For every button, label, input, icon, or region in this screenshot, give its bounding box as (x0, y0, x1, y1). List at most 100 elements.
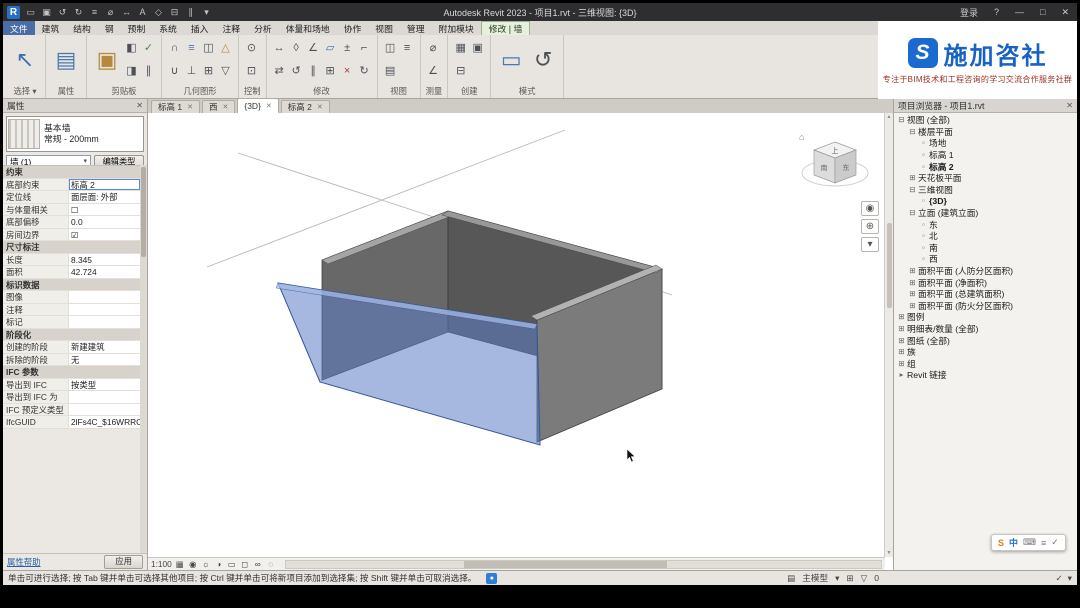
help-icon[interactable]: ? (986, 3, 1007, 21)
vertical-scrollbar[interactable]: ▲ ▼ (884, 113, 893, 557)
join-geometry-icon[interactable]: ≡ (184, 37, 199, 60)
ribbon-tab[interactable]: 修改 | 墙 (481, 21, 531, 35)
create-similar-icon[interactable]: ⊟ (453, 60, 468, 83)
pin-icon[interactable]: ⌐ (357, 37, 372, 60)
ribbon-tab[interactable]: 协作 (337, 21, 369, 35)
ribbon-tab[interactable]: 系统 (152, 21, 184, 35)
revit-logo[interactable]: R (7, 6, 20, 19)
temporary-hide-isolate-icon[interactable]: ∞ (253, 559, 263, 569)
browser-item[interactable]: ⊟ 立面 (建筑立面) (894, 207, 1077, 219)
status-more-icon[interactable]: ▾ (1068, 573, 1072, 584)
browser-item[interactable]: ▫ 南 (894, 242, 1077, 254)
thin-lines-icon[interactable]: ∥ (184, 7, 197, 18)
ribbon-tab[interactable]: 钢 (98, 21, 121, 35)
property-value[interactable]: 2lFs4C_$16WRRC… (69, 416, 140, 428)
close-icon[interactable]: ✕ (136, 101, 143, 110)
aligned-dimension-icon[interactable]: ↔ (120, 7, 133, 17)
properties-scrollbar[interactable] (140, 165, 147, 553)
properties-icon[interactable]: ▤ (51, 37, 81, 83)
tree-expander-icon[interactable]: ▫ (919, 220, 928, 229)
cope-icon[interactable]: ∩ (167, 37, 182, 60)
scrollbar-thumb[interactable] (887, 223, 892, 308)
tree-expander-icon[interactable]: ▫ (919, 231, 928, 240)
browser-item[interactable]: ⊞ 图例 (894, 311, 1077, 323)
tree-expander-icon[interactable]: ⊞ (908, 266, 917, 275)
tree-expander-icon[interactable]: ▫ (919, 138, 928, 147)
paint-icon[interactable]: △ (218, 37, 233, 60)
tree-expander-icon[interactable]: ⊞ (897, 336, 906, 345)
type-selector[interactable]: 基本墙 常规 - 200mm (6, 116, 144, 152)
ribbon-group-label[interactable]: 选择 ▾ (10, 85, 40, 98)
ribbon-group-label[interactable]: 剪贴板 (92, 85, 156, 98)
tree-expander-icon[interactable]: ⊟ (908, 208, 917, 217)
qat-customize-icon[interactable]: ▾ (200, 7, 213, 18)
activate-controls-icon[interactable]: ⊙ (244, 37, 259, 60)
ribbon-group-label[interactable]: 修改 (272, 85, 372, 98)
redo-icon[interactable]: ↻ (72, 7, 85, 18)
property-value[interactable] (69, 404, 140, 416)
property-value[interactable] (69, 304, 140, 316)
browser-item[interactable]: ⊟ 视图 (全部) (894, 114, 1077, 126)
browser-item[interactable]: ⊞ 面积平面 (人防分区面积) (894, 265, 1077, 277)
tree-expander-icon[interactable]: ▫ (919, 254, 928, 263)
property-value[interactable]: ☐ (69, 204, 140, 216)
3d-scene[interactable]: 上 南 东 ⌂ (148, 113, 893, 557)
offset-icon[interactable]: ⇄ (272, 60, 287, 83)
array-icon[interactable]: ⊞ (323, 60, 338, 83)
viewcube-left-label[interactable]: 南 (821, 163, 828, 172)
cut-geometry-icon[interactable]: ∪ (167, 60, 182, 83)
properties-help-link[interactable]: 属性帮助 (7, 556, 41, 568)
selection-count[interactable]: 0 (874, 573, 879, 583)
editable-only-toggle[interactable]: ⊞ (846, 573, 853, 584)
copy-icon[interactable]: ◨ (124, 60, 139, 83)
ribbon-tab[interactable]: 分析 (247, 21, 279, 35)
property-value[interactable] (69, 391, 140, 403)
browser-item[interactable]: ▫ 标高 1 (894, 149, 1077, 161)
property-value[interactable]: 面层面: 外部 (69, 191, 140, 203)
disjoin-icon[interactable]: ⊡ (244, 60, 259, 83)
home-icon[interactable]: ⌂ (799, 132, 804, 142)
ribbon-group-label[interactable]: 视图 (383, 85, 415, 98)
scale-icon[interactable]: ± (340, 37, 355, 60)
view-tab[interactable]: 标高 2 ✕ (281, 100, 330, 113)
reset-profile-icon[interactable]: ↺ (528, 37, 558, 83)
reveal-hidden-icon[interactable]: ◌ (266, 559, 276, 569)
ime-language-icon[interactable]: 中 (1009, 536, 1018, 549)
detail-level-icon[interactable]: ▦ (175, 559, 185, 569)
sun-path-icon[interactable]: ☼ (201, 559, 211, 569)
scale-control[interactable]: 1:100 (151, 559, 172, 569)
move-icon[interactable]: ▱ (323, 37, 338, 60)
ime-keyboard-icon[interactable]: ⌨ (1023, 537, 1036, 548)
browser-item[interactable]: ⊞ 天花板平面 (894, 172, 1077, 184)
match-properties-icon[interactable]: ∥ (141, 60, 156, 83)
ribbon-tab[interactable]: 文件 (3, 21, 35, 35)
ime-menu-icon[interactable]: ≡ (1041, 538, 1046, 548)
visual-style-icon[interactable]: ◉ (188, 559, 198, 569)
horizontal-scrollbar[interactable] (285, 560, 882, 569)
zoom-icon[interactable]: ⊕ (861, 219, 879, 234)
background-processes-icon[interactable]: ✓ (1055, 573, 1062, 584)
minimize-button[interactable]: — (1007, 3, 1032, 21)
ime-logo-icon[interactable]: S (998, 538, 1004, 548)
mirror-icon[interactable]: ◊ (289, 37, 304, 60)
delete-icon[interactable]: × (340, 60, 355, 83)
tree-expander-icon[interactable]: ⊞ (897, 312, 906, 321)
tree-expander-icon[interactable]: ▫ (919, 243, 928, 252)
linework-icon[interactable]: ≡ (400, 37, 415, 60)
split-face-icon[interactable]: ⊞ (201, 60, 216, 83)
text-note-icon[interactable]: A (136, 7, 149, 17)
tree-expander-icon[interactable]: ⊟ (908, 127, 917, 136)
view-tab[interactable]: 标高 1 ✕ (151, 100, 200, 113)
scrollbar-thumb[interactable] (141, 167, 146, 257)
property-value[interactable]: 标高 2 (69, 179, 140, 191)
tree-expander-icon[interactable]: ⊞ (908, 173, 917, 182)
section-icon[interactable]: ⊟ (168, 7, 181, 18)
viewcube-top-label[interactable]: 上 (832, 146, 839, 155)
demolish-icon[interactable]: ▽ (218, 60, 233, 83)
browser-item[interactable]: ⊟ 楼层平面 (894, 126, 1077, 138)
viewcube-right-label[interactable]: 东 (843, 163, 850, 172)
view-tab[interactable]: 西 ✕ (202, 100, 235, 113)
tree-expander-icon[interactable]: ⊞ (897, 347, 906, 356)
active-workset-icon[interactable]: ▤ (787, 573, 795, 584)
tree-expander-icon[interactable]: ⊟ (908, 185, 917, 194)
